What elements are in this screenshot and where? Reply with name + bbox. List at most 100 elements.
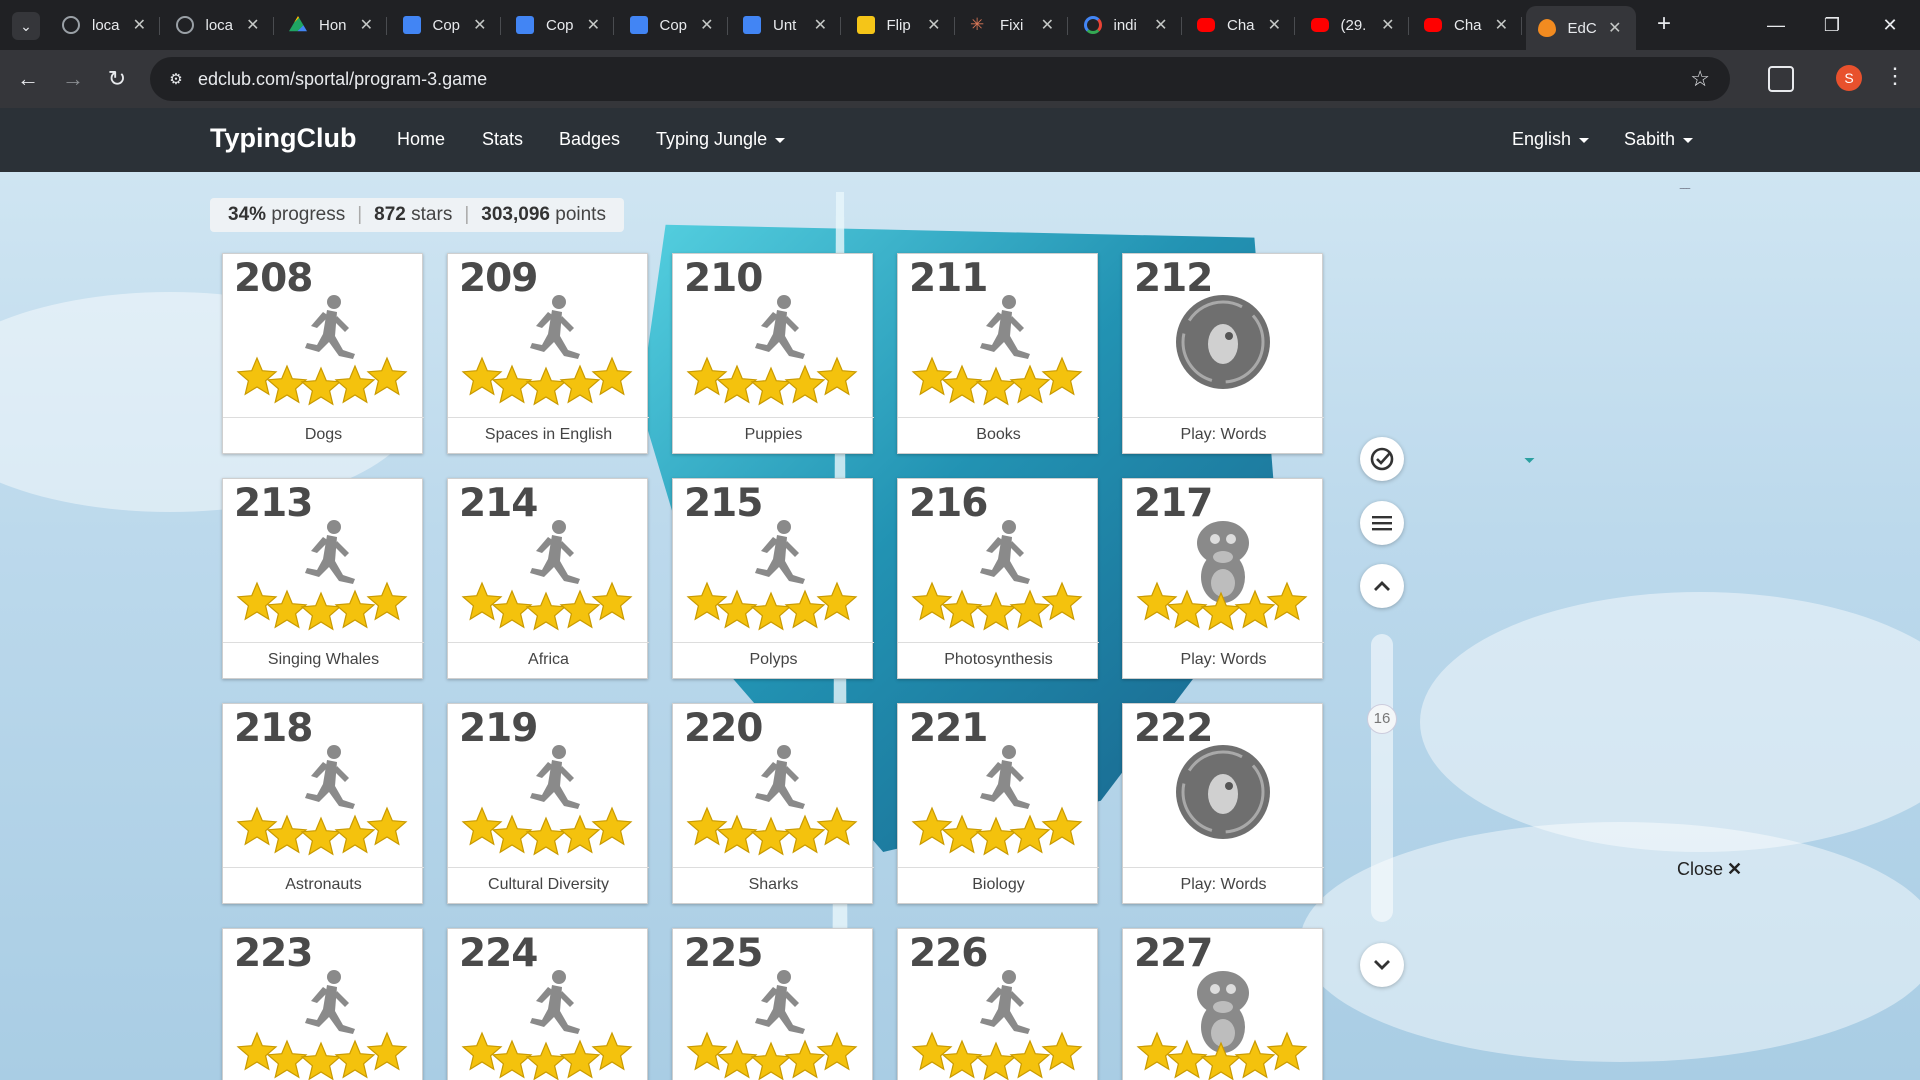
browser-tab[interactable]: ✳ Fixi ✕ <box>958 8 1068 42</box>
tab-close-icon[interactable]: ✕ <box>1381 15 1394 35</box>
close-button[interactable]: Close ✕ <box>1677 859 1742 880</box>
scroll-down-button[interactable] <box>1360 943 1404 987</box>
lesson-name: Dogs <box>223 417 424 453</box>
lesson-card[interactable]: 223 <box>222 928 423 1080</box>
site-info-icon[interactable]: ⚙ <box>166 69 186 89</box>
back-button[interactable]: ← <box>14 65 42 93</box>
minimize-button[interactable]: — <box>1756 12 1796 38</box>
bookmark-star-icon[interactable]: ☆ <box>1690 66 1710 92</box>
tab-close-icon[interactable]: ✕ <box>1495 15 1508 35</box>
tab-close-icon[interactable]: ✕ <box>814 15 827 35</box>
new-tab-button[interactable]: + <box>1652 12 1676 36</box>
lesson-card[interactable]: 220 Sharks <box>672 703 874 904</box>
menu-button[interactable] <box>1360 501 1404 545</box>
lesson-card[interactable]: 215 Polyps <box>672 478 874 679</box>
nav-typing-jungle[interactable]: Typing Jungle <box>656 129 786 150</box>
runner-figure-icon <box>530 295 580 359</box>
tab-search-button[interactable]: ⌄ <box>12 12 40 40</box>
browser-tab[interactable]: indi ✕ <box>1072 8 1182 42</box>
page-indicator[interactable]: 16 <box>1367 704 1397 734</box>
lesson-card[interactable]: 226 <box>897 928 1098 1080</box>
url-text[interactable]: edclub.com/sportal/program-3.game <box>198 69 487 90</box>
lesson-card[interactable]: 227 <box>1122 928 1323 1080</box>
forward-button[interactable]: → <box>59 65 87 93</box>
browser-tab[interactable]: Flip ✕ <box>845 8 955 42</box>
star-icon <box>975 366 1017 406</box>
lesson-card[interactable]: 211 Books <box>897 253 1099 454</box>
lesson-card[interactable]: 216 Photosynthesis <box>897 478 1099 679</box>
browser-tab[interactable]: (29. ✕ <box>1299 8 1409 42</box>
tab-close-icon[interactable]: ✕ <box>700 15 713 35</box>
star-icon <box>525 1041 567 1080</box>
tab-close-icon[interactable]: ✕ <box>473 15 486 35</box>
background-cloud <box>1420 592 1920 852</box>
lesson-card[interactable]: 209 Spaces in English <box>447 253 649 454</box>
tab-close-icon[interactable]: ✕ <box>1608 18 1621 38</box>
browser-tab[interactable]: Cop ✕ <box>391 8 501 42</box>
browser-menu-icon[interactable]: ⋮ <box>1884 63 1906 89</box>
lesson-card[interactable]: 214 Africa <box>447 478 649 679</box>
restore-button[interactable]: ❐ <box>1812 12 1852 38</box>
tab-close-icon[interactable]: ✕ <box>1154 15 1167 35</box>
star-icon <box>461 356 503 396</box>
browser-tab[interactable]: Hon ✕ <box>277 8 387 42</box>
tab-favicon-icon <box>1310 18 1329 32</box>
tab-close-icon[interactable]: ✕ <box>1041 15 1054 35</box>
browser-tab[interactable]: Cop ✕ <box>618 8 728 42</box>
lesson-art <box>911 745 1083 856</box>
tab-close-icon[interactable]: ✕ <box>360 15 373 35</box>
star-icon <box>236 356 278 396</box>
scroll-up-button[interactable] <box>1360 564 1404 608</box>
lesson-art <box>911 520 1083 631</box>
browser-tab[interactable]: Cha ✕ <box>1185 8 1295 42</box>
nav-badges[interactable]: Badges <box>559 129 620 150</box>
window-close-button[interactable]: ✕ <box>1870 12 1910 38</box>
browser-tab[interactable]: EdC ✕ <box>1525 6 1636 50</box>
profile-avatar[interactable]: S <box>1836 65 1862 91</box>
nav-stats[interactable]: Stats <box>482 129 523 150</box>
runner-figure-icon <box>530 970 580 1034</box>
lesson-card[interactable]: 218 Astronauts <box>222 703 424 904</box>
divider: | <box>357 204 363 225</box>
lesson-card[interactable]: 221 Biology <box>897 703 1099 904</box>
points-count: 303,096 <box>481 204 550 225</box>
lesson-card[interactable]: 217 Play: Words <box>1122 478 1324 679</box>
lesson-art <box>461 745 633 856</box>
brand-logo[interactable]: TypingClub <box>210 123 356 154</box>
browser-tab[interactable]: Unt ✕ <box>731 8 841 42</box>
lesson-name: Play: Words <box>1123 867 1324 903</box>
browser-tab[interactable]: loca ✕ <box>164 8 274 42</box>
tab-close-icon[interactable]: ✕ <box>246 15 259 35</box>
lesson-card[interactable]: 212 Play: Words <box>1122 253 1324 454</box>
tab-close-icon[interactable]: ✕ <box>133 15 146 35</box>
lesson-card[interactable]: 208 Dogs <box>222 253 424 454</box>
star-icon <box>525 366 567 406</box>
filter-icon[interactable]: ⏷ <box>1524 452 1535 469</box>
reload-button[interactable]: ↻ <box>103 65 131 93</box>
tab-close-icon[interactable]: ✕ <box>1268 15 1281 35</box>
lesson-art <box>236 520 408 631</box>
tab-favicon-icon <box>1424 18 1442 32</box>
lesson-card[interactable]: 224 <box>447 928 648 1080</box>
lesson-card[interactable]: 222 Play: Words <box>1122 703 1324 904</box>
browser-tab[interactable]: Cop ✕ <box>504 8 614 42</box>
lesson-card[interactable]: 210 Puppies <box>672 253 874 454</box>
extensions-icon[interactable] <box>1768 66 1794 92</box>
star-icon <box>911 1031 953 1071</box>
tab-close-icon[interactable]: ✕ <box>587 15 600 35</box>
star-icon <box>591 1031 633 1071</box>
browser-tab[interactable]: loca ✕ <box>50 8 160 42</box>
lesson-card[interactable]: 225 <box>672 928 873 1080</box>
user-menu[interactable]: Sabith <box>1624 129 1694 150</box>
scroll-rail[interactable] <box>1371 634 1393 922</box>
lesson-card[interactable]: 219 Cultural Diversity <box>447 703 649 904</box>
tab-close-icon[interactable]: ✕ <box>927 15 940 35</box>
chevron-up-icon <box>1374 581 1390 591</box>
check-progress-button[interactable] <box>1360 437 1404 481</box>
browser-tab[interactable]: Cha ✕ <box>1412 8 1522 42</box>
language-menu[interactable]: English <box>1512 129 1590 150</box>
address-bar[interactable]: ⚙ edclub.com/sportal/program-3.game ☆ <box>150 57 1730 101</box>
nav-home[interactable]: Home <box>397 129 445 150</box>
tiny-mark: ‾‾‾ <box>1680 188 1690 199</box>
lesson-card[interactable]: 213 Singing Whales <box>222 478 424 679</box>
